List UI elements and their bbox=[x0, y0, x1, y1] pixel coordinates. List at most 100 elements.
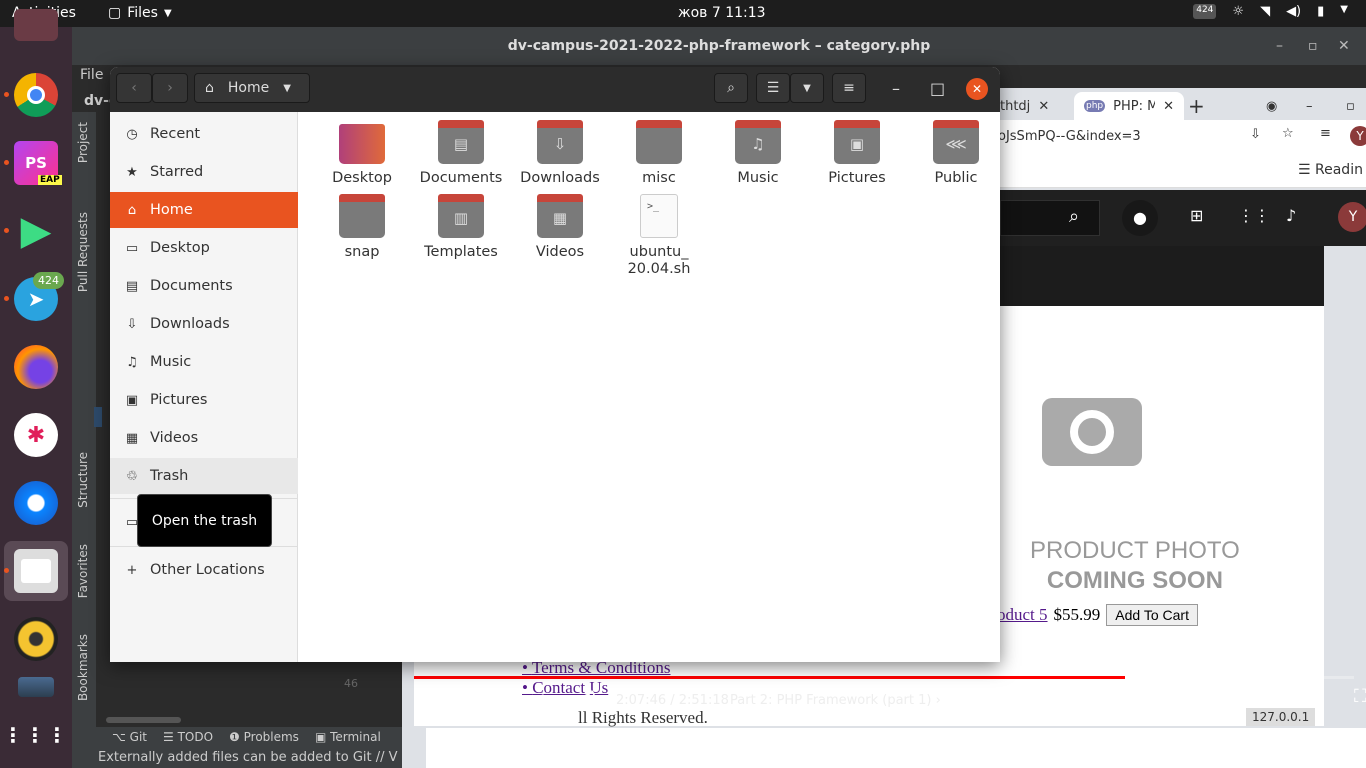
sidebar-item-starred[interactable]: ★ Starred bbox=[110, 154, 298, 190]
chevron-down-icon[interactable]: ▼ bbox=[1340, 4, 1348, 19]
search-input[interactable] bbox=[1000, 200, 1100, 236]
tab-close-icon[interactable]: ✕ bbox=[1163, 99, 1174, 114]
minimize-icon[interactable]: – bbox=[1306, 92, 1313, 120]
youtube-avatar[interactable]: Y bbox=[1338, 202, 1366, 232]
location-button[interactable]: ⌂ Home ▼ bbox=[194, 73, 310, 103]
folder-item[interactable]: ⇩ Downloads bbox=[512, 114, 608, 187]
horizontal-scrollbar[interactable] bbox=[106, 717, 181, 723]
tab-structure[interactable]: Structure bbox=[76, 452, 90, 508]
folder-item[interactable]: ⋘ Public bbox=[908, 114, 1000, 187]
sidebar-item-music[interactable]: ♫ Music bbox=[110, 344, 298, 380]
battery-icon[interactable]: ▮ bbox=[1317, 4, 1324, 19]
slack-icon[interactable]: ✱ bbox=[14, 413, 58, 457]
next-icon[interactable]: ⏭ bbox=[528, 688, 544, 709]
sidebar-item-downloads[interactable]: ⇩ Downloads bbox=[110, 306, 298, 342]
menu-button[interactable]: ≡ bbox=[832, 73, 866, 103]
browser-tab-active[interactable]: php PHP: M ✕ bbox=[1074, 92, 1184, 120]
maximize-icon[interactable]: ▫ bbox=[1346, 92, 1355, 120]
files-icon[interactable] bbox=[14, 549, 58, 593]
system-tray[interactable]: 424 ☼ ◥ ◀) ▮ ▼ bbox=[1193, 4, 1348, 19]
folder-item[interactable]: ▥ Templates bbox=[413, 188, 509, 261]
rhythmbox-icon[interactable] bbox=[14, 617, 58, 661]
url-text[interactable]: oJsSmPQ--G&index=3 bbox=[998, 129, 1141, 144]
reading-list-button[interactable]: ☰ Readin bbox=[1298, 162, 1363, 178]
microphone-icon[interactable]: ● bbox=[1122, 200, 1158, 236]
sidebar-item-videos[interactable]: ▦ Videos bbox=[110, 420, 298, 456]
previous-icon[interactable]: ⏮ bbox=[432, 688, 448, 709]
volume-icon[interactable]: ◀) bbox=[1286, 4, 1301, 19]
search-icon[interactable]: ⌕ bbox=[1069, 206, 1079, 227]
folder-item[interactable]: ▣ Pictures bbox=[809, 114, 905, 187]
fullscreen-icon[interactable]: ⛶ bbox=[1354, 686, 1366, 707]
status-message[interactable]: Externally added files can be added to G… bbox=[98, 750, 398, 765]
file-item[interactable]: >_ ubuntu_ 20.04.sh bbox=[611, 188, 707, 278]
search-button[interactable]: ⌕ bbox=[714, 73, 748, 103]
folder-item[interactable]: misc bbox=[611, 114, 707, 187]
thunderbird-icon[interactable] bbox=[14, 481, 58, 525]
tab-todo[interactable]: ☰ TODO bbox=[163, 727, 213, 747]
tab-bookmarks[interactable]: Bookmarks bbox=[76, 634, 90, 701]
chapter-title[interactable]: Part 2: PHP Framework (part 1) › bbox=[730, 693, 941, 708]
dock-item-top[interactable] bbox=[14, 9, 58, 41]
sidebar-item-pictures[interactable]: ▣ Pictures bbox=[110, 382, 298, 418]
tab-git[interactable]: ⌥ Git bbox=[112, 727, 147, 747]
play-icon[interactable]: ▶ bbox=[480, 686, 495, 710]
apps-grid-icon[interactable]: ⋮⋮ bbox=[1238, 206, 1270, 225]
tab-project[interactable]: Project bbox=[76, 122, 90, 163]
tab-problems[interactable]: ❶ Problems bbox=[229, 727, 299, 747]
progress-bar[interactable] bbox=[414, 676, 1354, 679]
volume-icon[interactable]: ◀) bbox=[576, 688, 597, 709]
maximize-icon[interactable]: □ bbox=[930, 79, 945, 98]
tab-terminal[interactable]: ▣ Terminal bbox=[315, 727, 381, 747]
media-player-icon[interactable]: ▶ bbox=[14, 208, 58, 254]
install-icon[interactable]: ⇩ bbox=[1250, 127, 1261, 142]
firefox-icon[interactable] bbox=[14, 345, 58, 389]
settings-icon[interactable]: ⚙ bbox=[1210, 686, 1226, 707]
sidebar-item-trash[interactable]: ♲ Trash bbox=[110, 458, 298, 494]
chrome-icon[interactable] bbox=[14, 73, 58, 117]
browser-tab[interactable]: thtdj ✕ bbox=[1000, 92, 1049, 120]
create-video-icon[interactable]: ⊞ bbox=[1190, 206, 1203, 225]
weather-icon[interactable]: ☼ bbox=[1232, 4, 1244, 19]
sidebar-item-other-locations[interactable]: + Other Locations bbox=[110, 552, 298, 588]
folder-item[interactable]: Desktop bbox=[314, 114, 410, 187]
app-menu-button[interactable]: ▢ Files ▼ bbox=[108, 5, 172, 21]
media-icon[interactable]: ≡ bbox=[1320, 126, 1331, 141]
autoplay-toggle[interactable]: ⊙ bbox=[1104, 690, 1117, 709]
profile-avatar[interactable]: Y bbox=[1350, 126, 1366, 146]
show-apps-icon[interactable]: ⋮⋮⋮ bbox=[3, 713, 67, 757]
sidebar-item-home[interactable]: ⌂ Home bbox=[110, 192, 298, 228]
folder-item[interactable]: snap bbox=[314, 188, 410, 261]
folder-item[interactable]: ▦ Videos bbox=[512, 188, 608, 261]
back-button[interactable]: ‹ bbox=[116, 73, 152, 103]
menu-file[interactable]: File bbox=[80, 67, 103, 83]
sidebar-item-desktop[interactable]: ▭ Desktop bbox=[110, 230, 298, 266]
minimize-icon[interactable]: – bbox=[1276, 27, 1283, 65]
theater-icon[interactable]: ▭ bbox=[1306, 686, 1323, 707]
tab-close-icon[interactable]: ✕ bbox=[1038, 99, 1049, 114]
forward-button[interactable]: › bbox=[152, 73, 188, 103]
sidebar-item-documents[interactable]: ▤ Documents bbox=[110, 268, 298, 304]
view-options-button[interactable]: ▼ bbox=[790, 73, 824, 103]
removable-drive-icon[interactable] bbox=[18, 677, 54, 697]
clock[interactable]: жов 7 11:13 bbox=[678, 5, 766, 21]
captions-icon[interactable]: CC bbox=[1162, 688, 1187, 704]
tab-favorites[interactable]: Favorites bbox=[76, 544, 90, 598]
notifications-icon[interactable]: ♪ bbox=[1286, 206, 1296, 225]
close-icon[interactable]: ✕ bbox=[966, 78, 988, 100]
sidebar-item-recent[interactable]: ◷ Recent bbox=[110, 116, 298, 152]
star-icon[interactable]: ☆ bbox=[1282, 126, 1294, 141]
folder-item[interactable]: ♫ Music bbox=[710, 114, 806, 187]
wifi-icon[interactable]: ◥ bbox=[1260, 4, 1270, 19]
close-icon[interactable]: ✕ bbox=[1338, 27, 1350, 65]
maximize-icon[interactable]: ▫ bbox=[1308, 27, 1318, 65]
view-list-button[interactable]: ☰ bbox=[756, 73, 790, 103]
tray-app-icon[interactable]: 424 bbox=[1193, 4, 1217, 19]
miniplayer-icon[interactable]: ▣ bbox=[1258, 686, 1275, 707]
folder-item[interactable]: ▤ Documents bbox=[413, 114, 509, 187]
new-tab-icon[interactable]: + bbox=[1188, 92, 1205, 120]
tab-pull-requests[interactable]: Pull Requests bbox=[76, 212, 90, 292]
location-label: Home bbox=[227, 80, 270, 96]
tab-search-icon[interactable]: ◉ bbox=[1266, 92, 1277, 120]
minimize-icon[interactable]: – bbox=[892, 79, 900, 98]
